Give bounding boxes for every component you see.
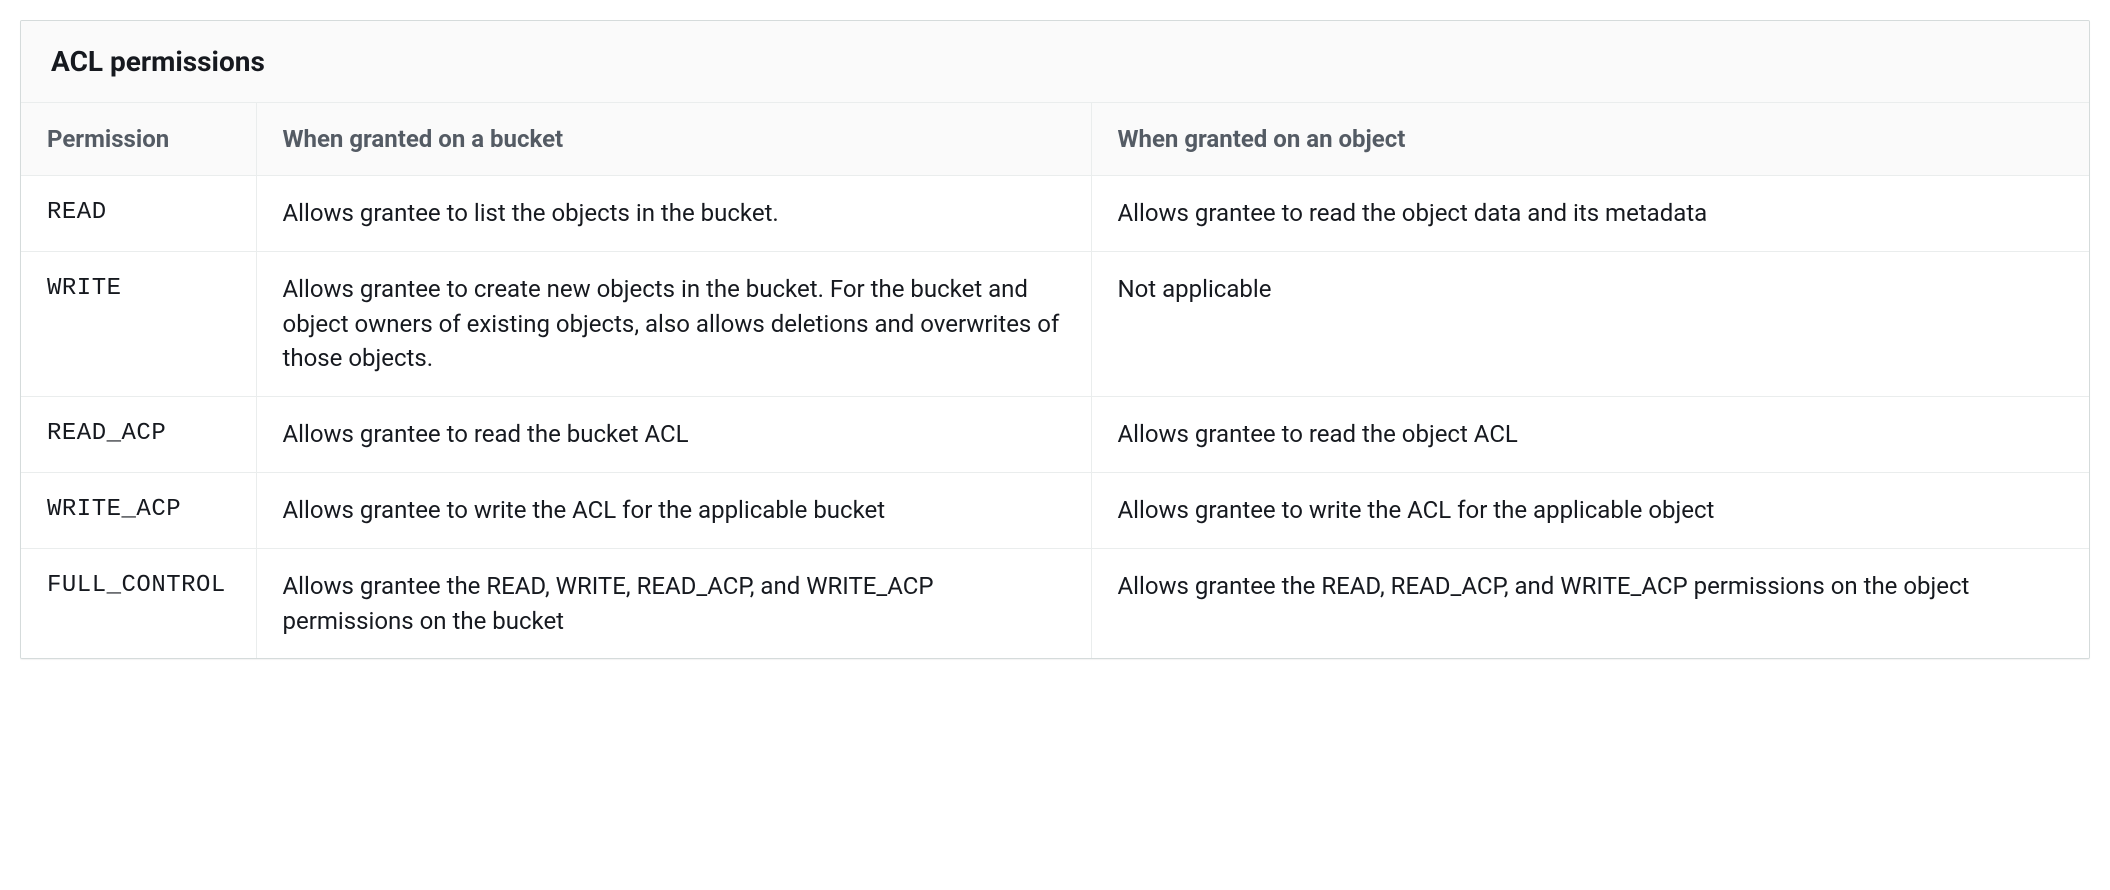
cell-object: Allows grantee to read the object ACL	[1091, 397, 2089, 473]
table-row: WRITE_ACP Allows grantee to write the AC…	[21, 472, 2089, 548]
cell-object: Allows grantee to read the object data a…	[1091, 176, 2089, 252]
cell-object: Allows grantee the READ, READ_ACP, and W…	[1091, 548, 2089, 658]
cell-permission: WRITE	[21, 251, 256, 396]
acl-permissions-table-container: ACL permissions Permission When granted …	[20, 20, 2090, 659]
table-header-row: Permission When granted on a bucket When…	[21, 103, 2089, 176]
cell-object: Allows grantee to write the ACL for the …	[1091, 472, 2089, 548]
cell-permission: READ	[21, 176, 256, 252]
table-row: READ Allows grantee to list the objects …	[21, 176, 2089, 252]
cell-bucket: Allows grantee the READ, WRITE, READ_ACP…	[256, 548, 1091, 658]
acl-permissions-table: Permission When granted on a bucket When…	[21, 103, 2089, 658]
cell-bucket: Allows grantee to write the ACL for the …	[256, 472, 1091, 548]
table-title-wrap: ACL permissions	[21, 21, 2089, 103]
table-title: ACL permissions	[51, 45, 2059, 78]
cell-bucket: Allows grantee to list the objects in th…	[256, 176, 1091, 252]
cell-object: Not applicable	[1091, 251, 2089, 396]
table-row: FULL_CONTROL Allows grantee the READ, WR…	[21, 548, 2089, 658]
cell-bucket: Allows grantee to create new objects in …	[256, 251, 1091, 396]
header-object: When granted on an object	[1091, 103, 2089, 176]
header-permission: Permission	[21, 103, 256, 176]
header-bucket: When granted on a bucket	[256, 103, 1091, 176]
cell-permission: READ_ACP	[21, 397, 256, 473]
cell-bucket: Allows grantee to read the bucket ACL	[256, 397, 1091, 473]
table-row: WRITE Allows grantee to create new objec…	[21, 251, 2089, 396]
cell-permission: FULL_CONTROL	[21, 548, 256, 658]
cell-permission: WRITE_ACP	[21, 472, 256, 548]
table-row: READ_ACP Allows grantee to read the buck…	[21, 397, 2089, 473]
